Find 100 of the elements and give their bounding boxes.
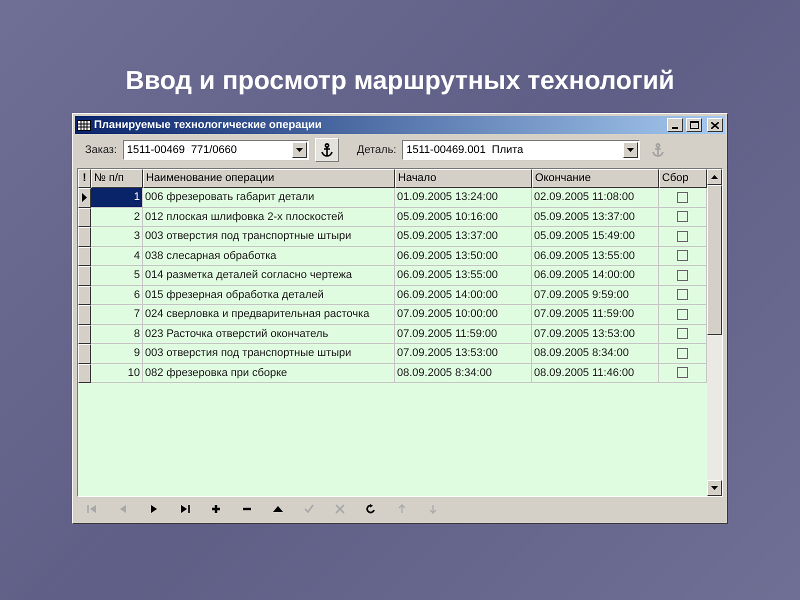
table-cell: 07.09.2005 11:59:00 — [532, 305, 659, 324]
last-record-icon — [180, 504, 190, 514]
table-cell: 8 — [91, 324, 143, 344]
row-indicator[interactable] — [78, 208, 91, 227]
table-cell: 06.09.2005 14:00:00 — [395, 286, 532, 305]
table-cell: 003 отверстия под транспортные штыри — [143, 344, 395, 364]
checkbox[interactable] — [677, 211, 688, 222]
anchor-button[interactable] — [314, 138, 339, 162]
table-cell: 05.09.2005 13:37:00 — [532, 208, 659, 227]
checkbox[interactable] — [677, 192, 688, 203]
table-cell: 02.09.2005 11:08:00 — [532, 188, 659, 208]
column-header[interactable]: Начало — [395, 169, 532, 188]
checkbox[interactable] — [677, 328, 688, 340]
table-cell: 01.09.2005 13:24:00 — [395, 188, 532, 208]
slide-title: Ввод и просмотр маршрутных технологий — [125, 64, 675, 97]
dropdown-arrow-icon — [296, 148, 303, 152]
table-cell: 06.09.2005 13:55:00 — [532, 246, 659, 266]
arrow-down-icon — [428, 504, 438, 514]
cross-icon — [335, 504, 345, 514]
table-cell: 5 — [91, 266, 143, 286]
field-label: Заказ: — [85, 142, 117, 158]
close-icon — [711, 122, 719, 128]
scroll-down-button[interactable] — [707, 480, 722, 496]
table-cell: 06.09.2005 13:55:00 — [395, 266, 532, 286]
checkbox[interactable] — [677, 308, 688, 320]
first-record-icon — [87, 504, 97, 514]
anchor-icon — [320, 143, 333, 157]
triangle-up-icon — [273, 504, 283, 514]
table-cell: 07.09.2005 13:53:00 — [395, 344, 532, 364]
checkbox[interactable] — [677, 270, 688, 281]
table-cell: 07.09.2005 9:59:00 — [532, 286, 659, 305]
table-cell: 06.09.2005 14:00:00 — [532, 266, 659, 286]
scroll-thumb[interactable] — [707, 185, 722, 335]
window-title: Планируемые технологические операции — [94, 118, 323, 133]
maximize-button[interactable] — [686, 118, 702, 132]
arrow-up-icon — [397, 504, 407, 514]
table-cell: 4 — [91, 246, 143, 266]
column-header[interactable]: Наименование операции — [143, 169, 395, 188]
row-indicator[interactable] — [78, 364, 91, 383]
table-cell: 023 Расточка отверстий окончатель — [143, 324, 395, 344]
checkbox[interactable] — [677, 250, 688, 262]
row-indicator[interactable] — [78, 188, 91, 208]
column-header[interactable]: Сбор — [659, 169, 707, 188]
plus-icon — [211, 504, 221, 514]
table-cell: 3 — [91, 227, 143, 246]
table-cell: 08.09.2005 8:34:00 — [532, 344, 659, 364]
table-cell: 05.09.2005 10:16:00 — [395, 208, 532, 227]
table-cell: 006 фрезеровать габарит детали — [143, 188, 395, 208]
row-indicator[interactable] — [78, 266, 91, 286]
column-header[interactable]: ! — [78, 169, 91, 188]
table-cell: 9 — [91, 344, 143, 364]
table-cell: 012 плоская шлифовка 2-х плоскостей — [143, 208, 395, 227]
table-cell: 2 — [91, 208, 143, 227]
row-indicator[interactable] — [78, 305, 91, 324]
column-header[interactable]: Окончание — [532, 169, 659, 188]
row-indicator[interactable] — [78, 286, 91, 305]
table-cell: 6 — [91, 286, 143, 305]
table-cell: 07.09.2005 10:00:00 — [395, 305, 532, 324]
checkbox[interactable] — [677, 367, 688, 378]
table-cell: 024 сверловка и предварительная расточка — [143, 305, 395, 324]
next-record-icon — [149, 504, 159, 514]
row-indicator[interactable] — [78, 246, 91, 266]
close-button[interactable] — [707, 118, 723, 132]
table-cell: 1 — [91, 188, 143, 208]
row-indicator[interactable] — [78, 344, 91, 364]
column-header[interactable]: № п/п — [91, 169, 143, 188]
table-cell: 038 слесарная обработка — [143, 246, 395, 266]
row-indicator[interactable] — [78, 227, 91, 246]
grid-icon — [77, 120, 91, 130]
checkbox[interactable] — [677, 230, 688, 242]
refresh-icon — [366, 504, 376, 514]
current-row-icon — [82, 193, 87, 202]
dropdown-arrow-icon — [627, 148, 634, 152]
checkbox[interactable] — [677, 289, 688, 300]
combo-box[interactable]: 1511-00469 771/0660 — [122, 140, 309, 160]
table-cell: 08.09.2005 11:46:00 — [532, 364, 659, 383]
table-cell: 003 отверстия под транспортные штыри — [143, 227, 395, 246]
table-cell: 05.09.2005 15:49:00 — [532, 227, 659, 246]
combo-box[interactable]: 1511-00469.001 Плита — [402, 140, 640, 160]
arrow-up-icon — [711, 175, 718, 179]
table-cell: 015 фрезерная обработка деталей — [143, 286, 395, 305]
field-label: Деталь: — [356, 142, 396, 158]
row-indicator[interactable] — [78, 324, 91, 344]
table-cell: 07.09.2005 11:59:00 — [395, 324, 532, 344]
checkbox[interactable] — [677, 348, 688, 359]
table-cell: 10 — [91, 364, 143, 383]
minimize-button[interactable] — [667, 118, 683, 132]
scroll-up-button[interactable] — [707, 169, 722, 185]
checkmark-icon — [304, 504, 314, 514]
table-cell: 06.09.2005 13:50:00 — [395, 246, 532, 266]
arrow-down-icon — [711, 486, 718, 490]
anchor-icon — [652, 143, 664, 157]
table-cell: 082 фрезеровка при сборке — [143, 364, 395, 383]
table-cell: 07.09.2005 13:53:00 — [532, 324, 659, 344]
prior-record-icon — [118, 504, 128, 514]
table-cell: 08.09.2005 8:34:00 — [395, 364, 532, 383]
scrollbar[interactable] — [707, 169, 722, 496]
table-cell: 014 разметка деталей согласно чертежа — [143, 266, 395, 286]
table-cell: 05.09.2005 13:37:00 — [395, 227, 532, 246]
table-cell: 7 — [91, 305, 143, 324]
